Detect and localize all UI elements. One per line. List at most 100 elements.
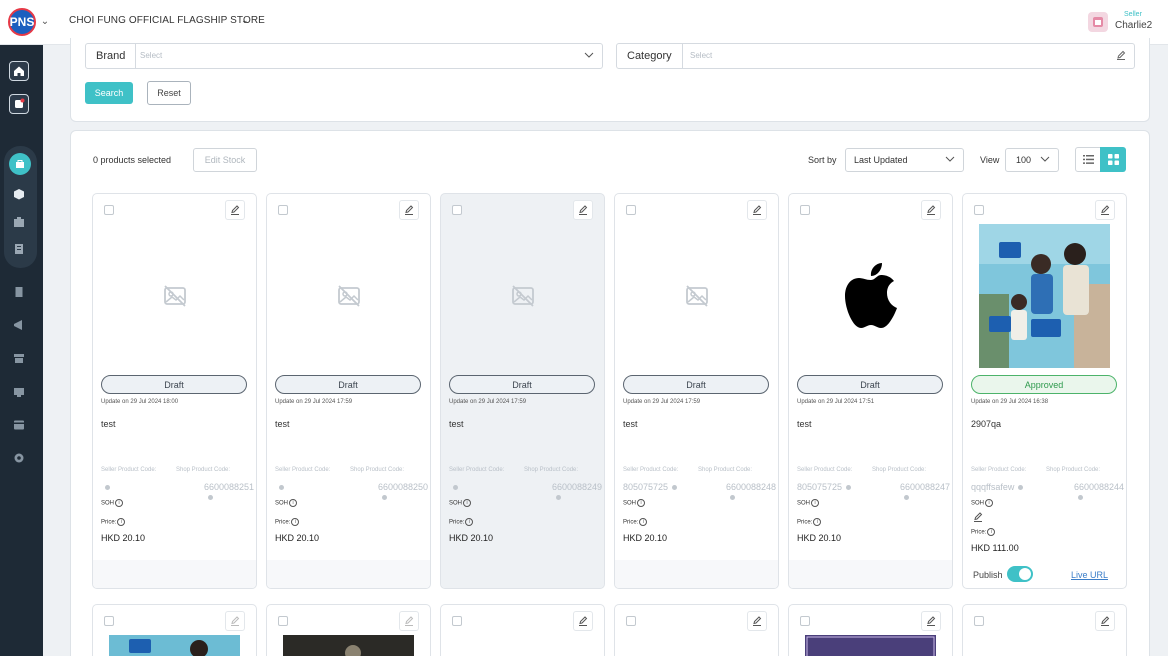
edit-icon[interactable] xyxy=(747,200,767,220)
info-icon[interactable]: i xyxy=(639,518,648,526)
avatar[interactable] xyxy=(1088,12,1108,32)
edit-icon[interactable] xyxy=(1095,200,1115,220)
edit-icon[interactable] xyxy=(921,611,941,631)
info-icon[interactable]: i xyxy=(637,499,646,507)
product-card[interactable] xyxy=(266,604,431,656)
info-icon[interactable]: i xyxy=(813,518,822,526)
copy-dot-icon[interactable] xyxy=(846,485,852,491)
product-card[interactable]: Draft Update on 29 Jul 2024 17:59 test S… xyxy=(440,193,605,589)
store-icon[interactable] xyxy=(13,352,25,364)
product-card[interactable] xyxy=(962,604,1127,656)
product-checkbox[interactable] xyxy=(452,616,462,626)
product-checkbox[interactable] xyxy=(104,616,114,626)
edit-icon[interactable] xyxy=(399,611,419,631)
category-filter[interactable]: Category Select xyxy=(616,43,1135,69)
info-icon[interactable]: i xyxy=(463,499,472,507)
product-checkbox[interactable] xyxy=(278,205,288,215)
product-card[interactable]: Draft Update on 29 Jul 2024 17:51 test S… xyxy=(788,193,953,589)
settings-icon[interactable] xyxy=(13,452,25,464)
price: HKD 111.00 xyxy=(971,543,1019,553)
search-button[interactable]: Search xyxy=(85,82,133,104)
info-icon[interactable]: i xyxy=(465,518,474,526)
product-card[interactable]: Draft Update on 29 Jul 2024 17:59 test S… xyxy=(614,193,779,589)
edit-soh-icon[interactable] xyxy=(973,512,983,522)
brand-filter[interactable]: Brand Select xyxy=(85,43,603,69)
promotion-icon[interactable] xyxy=(13,319,25,331)
seller-code: 805075725 xyxy=(623,482,678,492)
catalog-icon[interactable] xyxy=(13,243,25,255)
store-logo[interactable]: PNS xyxy=(8,8,36,36)
product-checkbox[interactable] xyxy=(974,205,984,215)
card-footer xyxy=(789,560,952,588)
product-checkbox[interactable] xyxy=(626,616,636,626)
copy-dot-icon[interactable] xyxy=(556,495,561,501)
copy-dot-icon[interactable] xyxy=(382,495,387,501)
copy-dot-icon[interactable] xyxy=(1018,485,1024,491)
products-icon[interactable] xyxy=(9,153,31,175)
price-label-wrap: Price: i xyxy=(623,518,648,526)
edit-icon[interactable] xyxy=(399,200,419,220)
notification-icon[interactable] xyxy=(9,94,29,114)
grid-view-icon[interactable] xyxy=(1100,147,1126,172)
seller-code-value: 805075725 xyxy=(623,482,669,492)
copy-dot-icon[interactable] xyxy=(904,495,909,501)
sort-select[interactable]: Last Updated xyxy=(845,148,964,172)
info-icon[interactable]: i xyxy=(985,499,994,507)
edit-icon[interactable] xyxy=(747,611,767,631)
chevron-down-icon[interactable] xyxy=(583,49,595,61)
reset-button[interactable]: Reset xyxy=(147,81,191,105)
store-name[interactable]: CHOI FUNG OFFICIAL FLAGSHIP STORE xyxy=(69,15,265,26)
pencil-icon[interactable] xyxy=(1115,49,1127,61)
price-label-wrap: Price: i xyxy=(449,518,474,526)
edit-icon[interactable] xyxy=(225,611,245,631)
info-icon[interactable]: i xyxy=(289,499,298,507)
product-checkbox[interactable] xyxy=(800,205,810,215)
edit-icon[interactable] xyxy=(225,200,245,220)
copy-dot-icon[interactable] xyxy=(105,485,110,491)
package-icon[interactable] xyxy=(13,216,25,228)
product-checkbox[interactable] xyxy=(452,205,462,215)
product-card[interactable] xyxy=(614,604,779,656)
shipping-icon[interactable] xyxy=(13,386,25,398)
product-checkbox[interactable] xyxy=(278,616,288,626)
product-card[interactable] xyxy=(92,604,257,656)
product-checkbox[interactable] xyxy=(800,616,810,626)
finance-icon[interactable] xyxy=(13,419,25,431)
box-icon[interactable] xyxy=(13,188,25,200)
edit-icon[interactable] xyxy=(921,200,941,220)
chevron-down-icon[interactable]: ⌄ xyxy=(38,14,52,28)
list-view-icon[interactable] xyxy=(1075,147,1101,172)
product-card[interactable] xyxy=(788,604,953,656)
edit-icon[interactable] xyxy=(573,200,593,220)
product-card[interactable] xyxy=(440,604,605,656)
copy-dot-icon[interactable] xyxy=(730,495,735,501)
live-url-link[interactable]: Live URL xyxy=(1071,570,1108,580)
info-icon[interactable]: i xyxy=(291,518,300,526)
chevron-down-icon[interactable]: ⌄ xyxy=(241,15,249,26)
selected-count: 0 products selected xyxy=(93,155,172,165)
product-checkbox[interactable] xyxy=(104,205,114,215)
copy-dot-icon[interactable] xyxy=(672,485,678,491)
info-icon[interactable]: i xyxy=(117,518,126,526)
shop-code: 6600088247 xyxy=(900,482,952,502)
view-count-select[interactable]: 100 xyxy=(1005,148,1059,172)
publish-toggle[interactable] xyxy=(1007,566,1033,582)
copy-dot-icon[interactable] xyxy=(208,495,213,501)
edit-stock-button[interactable]: Edit Stock xyxy=(193,148,257,172)
product-checkbox[interactable] xyxy=(974,616,984,626)
edit-icon[interactable] xyxy=(573,611,593,631)
info-icon[interactable]: i xyxy=(811,499,820,507)
orders-icon[interactable] xyxy=(13,286,25,298)
product-card[interactable]: Draft Update on 29 Jul 2024 17:59 test S… xyxy=(266,193,431,589)
user-name[interactable]: Charlie2 xyxy=(1115,20,1152,31)
info-icon[interactable]: i xyxy=(115,499,124,507)
info-icon[interactable]: i xyxy=(987,528,996,536)
product-card[interactable]: Draft Update on 29 Jul 2024 18:00 test S… xyxy=(92,193,257,589)
product-card[interactable]: Approved Update on 29 Jul 2024 16:38 290… xyxy=(962,193,1127,589)
home-icon[interactable] xyxy=(9,61,29,81)
copy-dot-icon[interactable] xyxy=(279,485,284,491)
copy-dot-icon[interactable] xyxy=(1078,495,1083,501)
copy-dot-icon[interactable] xyxy=(453,485,458,491)
edit-icon[interactable] xyxy=(1095,611,1115,631)
product-checkbox[interactable] xyxy=(626,205,636,215)
